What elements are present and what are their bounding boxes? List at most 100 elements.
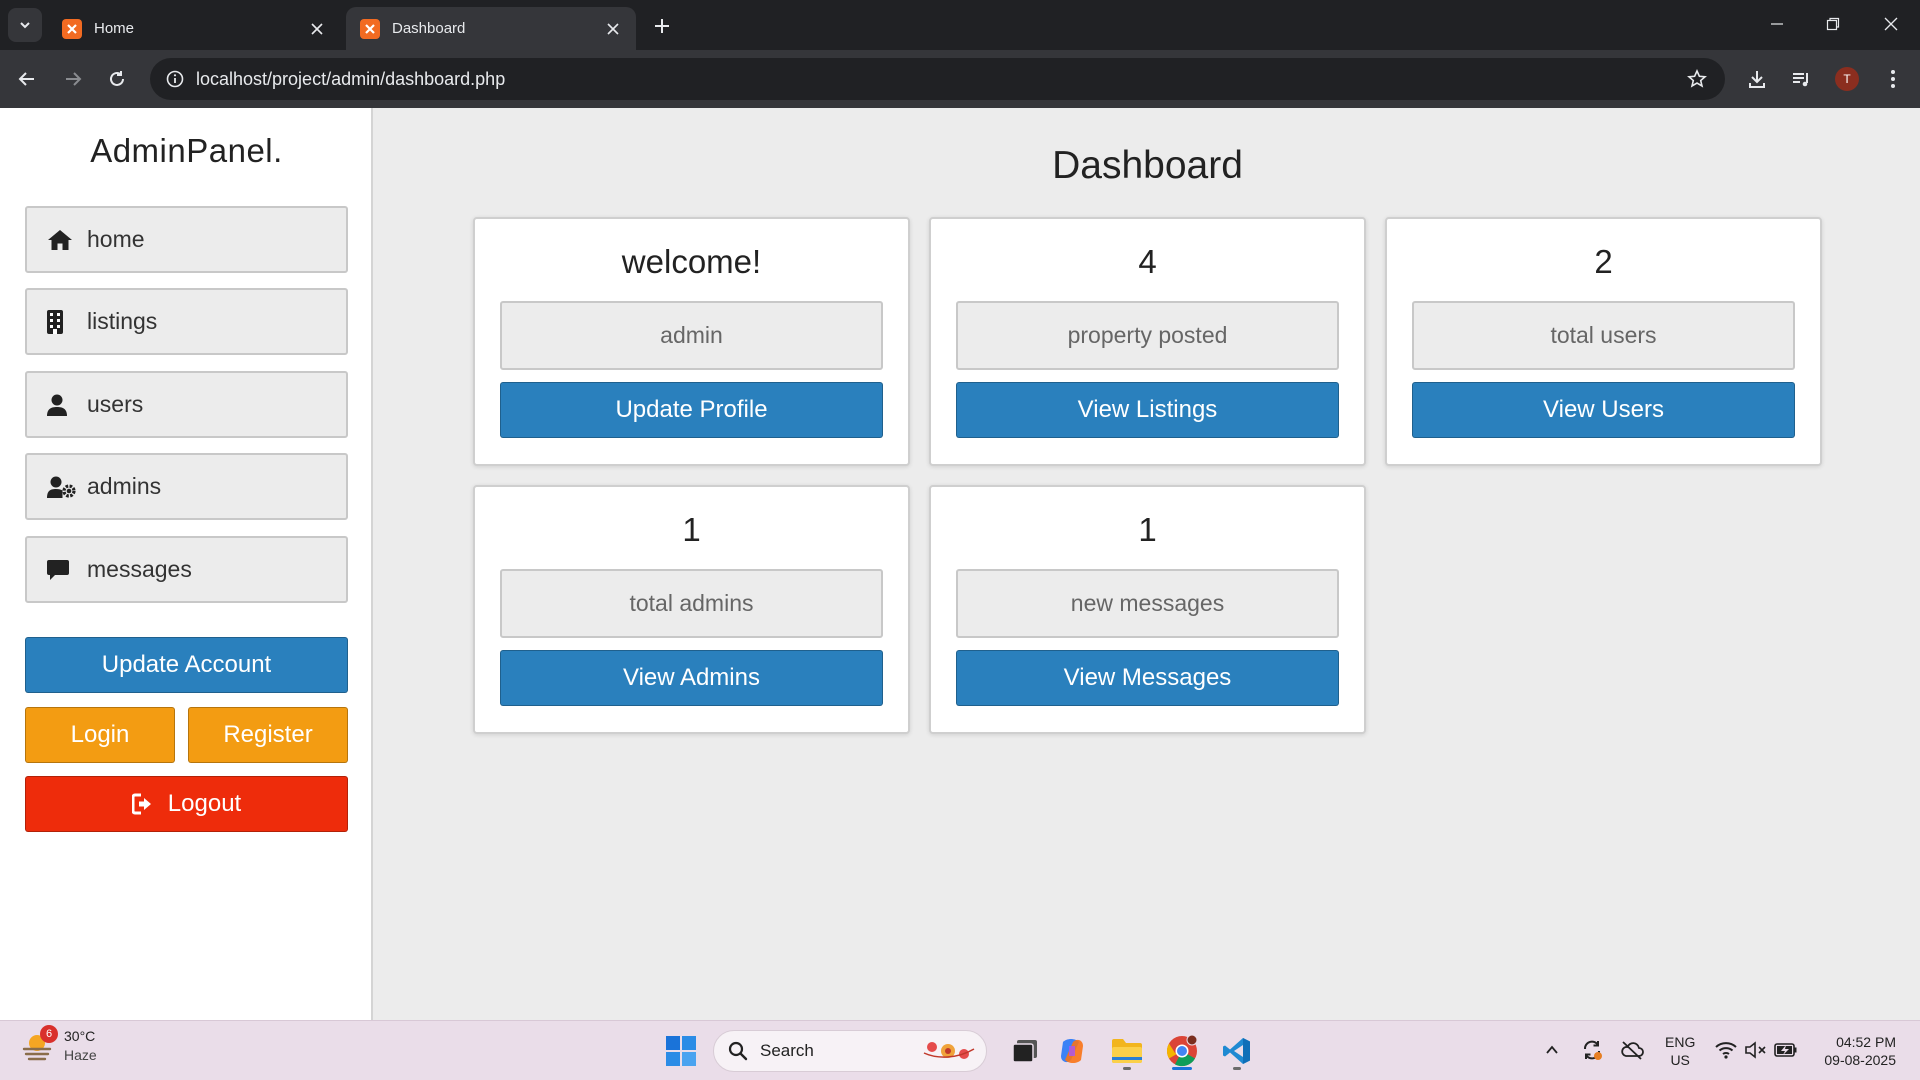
card-value: 4 — [1138, 243, 1157, 280]
view-listings-button[interactable]: View Listings — [956, 382, 1339, 438]
tab-home[interactable]: Home — [48, 7, 340, 50]
login-button[interactable]: Login — [25, 707, 175, 763]
card-value: 2 — [1594, 243, 1613, 280]
sync-icon — [1584, 1040, 1602, 1060]
sidebar-item-label: users — [87, 391, 144, 417]
new-tab-button[interactable] — [648, 12, 676, 40]
close-window-button[interactable] — [1871, 8, 1911, 40]
view-admins-button[interactable]: View Admins — [500, 650, 883, 706]
card-label: total users — [1412, 301, 1795, 370]
system-clock[interactable]: 04:52 PM 09-08-2025 — [1810, 1033, 1896, 1069]
download-button[interactable] — [1740, 62, 1774, 96]
taskbar-search-box[interactable]: Search — [713, 1030, 987, 1072]
user-icon — [47, 394, 77, 416]
sidebar-item-label: listings — [87, 308, 158, 334]
cloud-off-icon — [1621, 1041, 1644, 1060]
language-indicator[interactable]: ENG US — [1665, 1033, 1695, 1069]
card-label: admin — [500, 301, 883, 370]
card-label: new messages — [956, 569, 1339, 638]
dashboard-card-welcome: welcome! admin Update Profile — [473, 217, 910, 466]
sidebar-item-label: home — [87, 226, 145, 252]
sidebar-item-label: messages — [87, 556, 192, 582]
start-button[interactable] — [659, 1029, 703, 1073]
weather-haze-icon: 6 — [20, 1025, 58, 1063]
close-icon[interactable] — [604, 20, 622, 38]
tab-search-button[interactable] — [8, 8, 42, 42]
download-icon — [1749, 71, 1765, 88]
task-view-icon — [1012, 1040, 1037, 1063]
reload-button[interactable] — [100, 62, 134, 96]
media-control-button[interactable] — [1784, 62, 1818, 96]
close-icon[interactable] — [308, 20, 326, 38]
update-profile-button[interactable]: Update Profile — [500, 382, 883, 438]
task-view-button[interactable] — [1003, 1029, 1047, 1073]
battery-tray-icon[interactable] — [1771, 1035, 1801, 1065]
onedrive-tray-icon[interactable] — [1617, 1035, 1647, 1065]
dashboard-card-messages: 1 new messages View Messages — [929, 485, 1366, 734]
dashboard-card-admins: 1 total admins View Admins — [473, 485, 910, 734]
vscode-taskbar-button[interactable] — [1215, 1029, 1259, 1073]
tab-dashboard[interactable]: Dashboard — [346, 7, 636, 50]
weather-temp: 30°C — [64, 1028, 96, 1044]
card-value: 1 — [682, 511, 701, 548]
volume-tray-icon[interactable] — [1741, 1035, 1771, 1065]
show-hidden-icons-button[interactable] — [1537, 1035, 1567, 1065]
sidebar-item-users[interactable]: users — [25, 371, 348, 438]
volume-muted-icon — [1745, 1041, 1766, 1059]
back-button[interactable] — [10, 62, 44, 96]
view-users-button[interactable]: View Users — [1412, 382, 1795, 438]
forward-button[interactable] — [56, 62, 90, 96]
building-icon — [47, 309, 77, 334]
sidebar-item-messages[interactable]: messages — [25, 536, 348, 603]
windows-logo-icon — [666, 1036, 696, 1066]
profile-button[interactable]: T — [1830, 62, 1864, 96]
main-content: Dashboard welcome! admin Update Profile … — [375, 108, 1920, 1020]
vscode-icon — [1223, 1038, 1250, 1064]
address-bar[interactable]: localhost/project/admin/dashboard.php — [150, 58, 1725, 100]
folder-icon — [1112, 1039, 1142, 1063]
wifi-icon — [1715, 1042, 1737, 1059]
copilot-button[interactable] — [1050, 1029, 1094, 1073]
sync-tray-icon[interactable] — [1577, 1035, 1607, 1065]
minimize-button[interactable] — [1757, 8, 1797, 40]
xampp-favicon-icon — [360, 18, 380, 39]
playlist-icon — [1793, 73, 1808, 87]
browser-toolbar: localhost/project/admin/dashboard.php T — [0, 50, 1920, 108]
copilot-icon — [1061, 1039, 1083, 1063]
card-value: 1 — [1138, 511, 1157, 548]
sidebar-item-home[interactable]: home — [25, 206, 348, 273]
brand-logo-text[interactable]: AdminPanel. — [0, 132, 373, 170]
sidebar-item-admins[interactable]: admins — [25, 453, 348, 520]
arrow-right-icon — [66, 72, 82, 86]
home-icon — [47, 229, 77, 251]
wifi-tray-icon[interactable] — [1711, 1035, 1741, 1065]
plus-icon — [655, 19, 669, 33]
bookmark-star-icon[interactable] — [1677, 59, 1717, 99]
url-text[interactable]: localhost/project/admin/dashboard.php — [196, 69, 1677, 90]
logout-button[interactable]: Logout — [25, 776, 348, 832]
sign-out-icon — [131, 793, 156, 815]
weather-widget[interactable]: 6 30°C Haze — [20, 1025, 97, 1065]
search-icon — [728, 1041, 748, 1061]
language-code: ENG — [1665, 1034, 1696, 1050]
file-explorer-button[interactable] — [1105, 1029, 1149, 1073]
update-account-button[interactable]: Update Account — [25, 637, 348, 693]
arrow-left-icon — [18, 72, 34, 86]
view-messages-button[interactable]: View Messages — [956, 650, 1339, 706]
sidebar-item-listings[interactable]: listings — [25, 288, 348, 355]
logout-label: Logout — [167, 790, 242, 817]
notification-badge: 6 — [40, 1025, 58, 1043]
browser-menu-button[interactable] — [1876, 62, 1910, 96]
chrome-taskbar-button[interactable] — [1160, 1029, 1204, 1073]
chevron-down-icon — [20, 22, 30, 29]
restore-button[interactable] — [1813, 8, 1853, 40]
battery-charging-icon — [1774, 1043, 1797, 1057]
restore-icon — [1826, 17, 1840, 31]
register-button[interactable]: Register — [188, 707, 348, 763]
browser-tabstrip: Home Dashboard — [0, 0, 1920, 50]
kebab-menu-icon — [1891, 70, 1895, 88]
minimize-icon — [1771, 23, 1783, 25]
card-label: total admins — [500, 569, 883, 638]
weather-condition: Haze — [64, 1047, 97, 1063]
site-info-icon[interactable] — [154, 58, 196, 100]
